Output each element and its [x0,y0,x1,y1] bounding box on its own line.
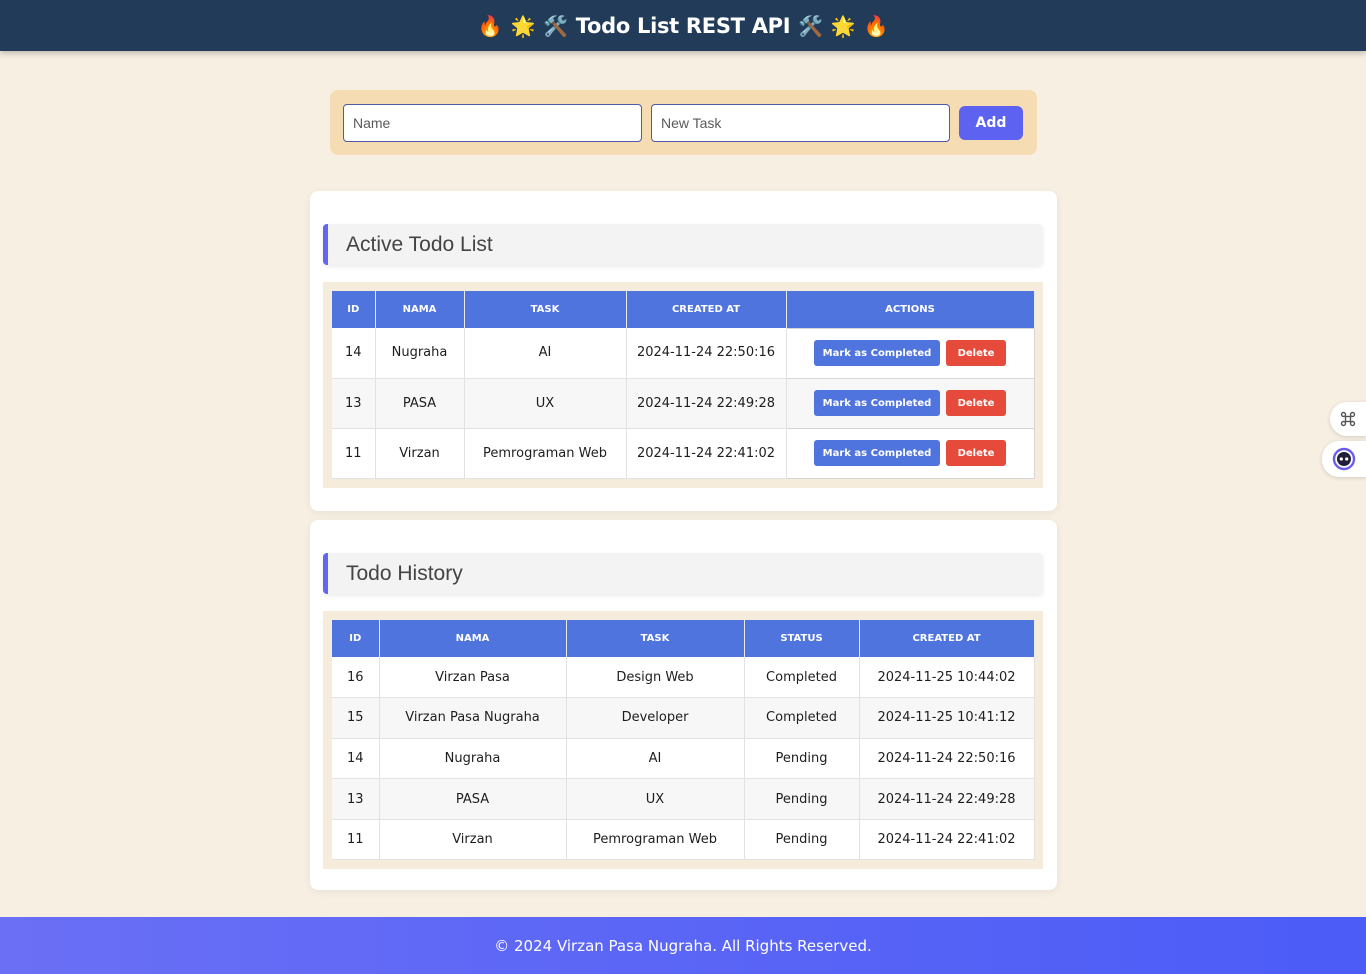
tools-icon: 🛠️ [543,13,568,38]
app-title-text: Todo List REST API [575,13,791,38]
cell-nama: Nugraha [379,738,567,780]
cell-task: Developer [566,697,745,739]
cell-status: Completed [744,657,860,699]
column-header-status: STATUS [744,620,860,657]
cell-created-at: 2024-11-24 22:50:16 [859,738,1035,780]
column-header-id: ID [332,291,376,328]
column-header-task: TASK [566,620,745,657]
command-icon [1340,411,1356,427]
delete-button[interactable]: Delete [946,440,1006,466]
column-header-task: TASK [464,291,627,328]
glowing-star-icon: 🌟 [830,13,856,38]
table-row: 14 Nugraha AI 2024-11-24 22:50:16 Mark a… [332,327,1035,379]
cell-id: 15 [332,697,380,739]
cell-id: 13 [332,778,380,820]
cell-task: AI [566,738,745,780]
new-task-input[interactable] [651,103,950,142]
mark-completed-button[interactable]: Mark as Completed [814,340,940,366]
column-header-created-at: CREATED AT [626,291,787,328]
cell-created-at: 2024-11-24 22:49:28 [859,778,1035,820]
column-header-actions: ACTIONS [786,291,1035,328]
active-section-header: Active Todo List [323,224,1043,265]
todo-history-card: Todo History ID NAMA TASK STATUS CREATED… [310,520,1057,890]
cell-actions: Mark as Completed Delete [785,377,1035,429]
cell-status: Pending [744,738,860,780]
cell-nama: PASA [375,378,465,429]
add-todo-form: Add [330,90,1037,155]
cell-actions: Mark as Completed Delete [785,327,1035,379]
todo-history-table: ID NAMA TASK STATUS CREATED AT 16 Virzan… [332,620,1035,861]
active-todo-table: ID NAMA TASK CREATED AT ACTIONS 14 Nugra… [332,291,1035,479]
cell-id: 11 [332,428,376,479]
footer: © 2024 Virzan Pasa Nugraha. All Rights R… [0,917,1366,974]
column-header-id: ID [332,620,380,657]
name-input[interactable] [343,103,642,142]
cell-created-at: 2024-11-24 22:50:16 [626,328,787,379]
assistant-widget[interactable] [1322,441,1366,477]
cell-nama: Nugraha [375,328,465,379]
cell-task: Pemrograman Web [464,428,627,479]
cell-nama: Virzan [375,428,465,479]
column-header-nama: NAMA [375,291,465,328]
cell-created-at: 2024-11-24 22:41:02 [859,819,1035,861]
active-todo-card: Active Todo List ID NAMA TASK CREATED AT… [310,191,1057,511]
delete-button[interactable]: Delete [946,340,1006,366]
mark-completed-button[interactable]: Mark as Completed [814,440,940,466]
history-section-header: Todo History [323,553,1043,594]
cell-task: UX [566,778,745,820]
cell-created-at: 2024-11-25 10:44:02 [859,657,1035,699]
tools-icon: 🛠️ [798,13,823,38]
column-header-nama: NAMA [379,620,567,657]
cell-id: 16 [332,657,380,699]
cell-id: 14 [332,328,376,379]
cell-actions: Mark as Completed Delete [785,427,1035,479]
table-row: 11 Virzan Pemrograman Web Pending 2024-1… [332,819,1035,861]
assistant-bot-icon [1332,447,1356,471]
mark-completed-button[interactable]: Mark as Completed [814,390,940,416]
cell-task: Design Web [566,657,745,699]
cell-id: 13 [332,378,376,429]
cell-created-at: 2024-11-24 22:49:28 [626,378,787,429]
column-header-created-at: CREATED AT [859,620,1035,657]
cell-id: 14 [332,738,380,780]
cell-task: Pemrograman Web [566,819,745,861]
cell-created-at: 2024-11-24 22:41:02 [626,428,787,479]
app-title: 🔥 🌟 🛠️ Todo List REST API 🛠️ 🌟 🔥 [478,14,888,38]
table-row: 11 Virzan Pemrograman Web 2024-11-24 22:… [332,427,1035,479]
table-header-row: ID NAMA TASK STATUS CREATED AT [332,620,1035,657]
add-button[interactable]: Add [959,105,1023,140]
top-navbar: 🔥 🌟 🛠️ Todo List REST API 🛠️ 🌟 🔥 [0,0,1366,51]
history-section-title: Todo History [346,561,463,585]
table-row: 13 PASA UX 2024-11-24 22:49:28 Mark as C… [332,377,1035,429]
cell-nama: Virzan Pasa [379,657,567,699]
glowing-star-icon: 🌟 [510,13,536,38]
copyright-text: © 2024 Virzan Pasa Nugraha. All Rights R… [494,936,872,955]
history-table-wrapper: ID NAMA TASK STATUS CREATED AT 16 Virzan… [323,611,1043,870]
cell-task: UX [464,378,627,429]
table-header-row: ID NAMA TASK CREATED AT ACTIONS [332,291,1035,328]
cell-nama: Virzan Pasa Nugraha [379,697,567,739]
cell-nama: PASA [379,778,567,820]
table-row: 15 Virzan Pasa Nugraha Developer Complet… [332,697,1035,739]
cell-status: Pending [744,819,860,861]
table-row: 14 Nugraha AI Pending 2024-11-24 22:50:1… [332,738,1035,780]
table-row: 16 Virzan Pasa Design Web Completed 2024… [332,657,1035,699]
active-section-title: Active Todo List [346,232,493,256]
delete-button[interactable]: Delete [946,390,1006,416]
cell-task: AI [464,328,627,379]
cell-id: 11 [332,819,380,861]
fire-icon: 🔥 [863,13,889,38]
table-row: 13 PASA UX Pending 2024-11-24 22:49:28 [332,778,1035,820]
cell-status: Pending [744,778,860,820]
cell-created-at: 2024-11-25 10:41:12 [859,697,1035,739]
cell-status: Completed [744,697,860,739]
command-widget[interactable] [1330,402,1366,436]
cell-nama: Virzan [379,819,567,861]
active-table-wrapper: ID NAMA TASK CREATED AT ACTIONS 14 Nugra… [323,282,1043,488]
fire-icon: 🔥 [477,13,503,38]
